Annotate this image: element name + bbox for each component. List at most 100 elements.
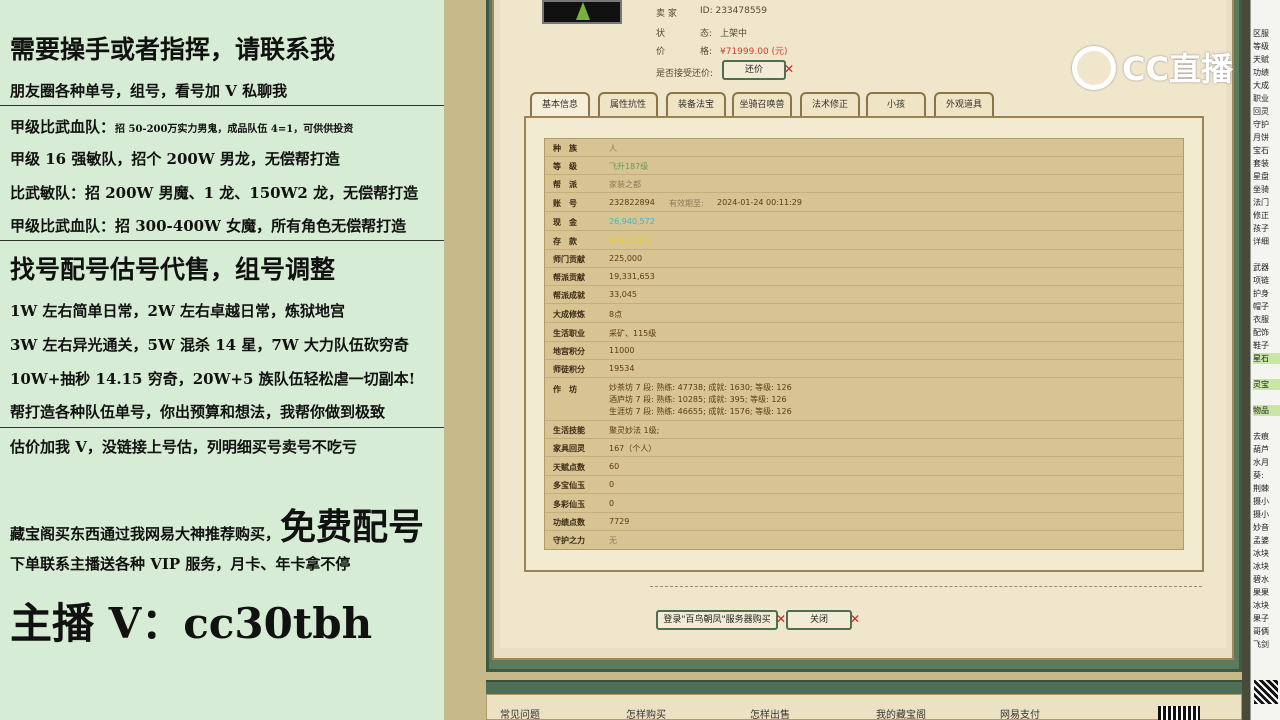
overlay-line: 朋友圈各种单号，组号，看号加 V 私聊我 [10,82,288,100]
side-list-item[interactable]: 配饰 [1253,327,1280,338]
table-row: 地宫积分 11000 [545,342,1183,360]
side-list-item[interactable]: 衣服 [1253,314,1280,325]
tab-basic-info[interactable]: 基本信息 [530,92,590,116]
overlay-line: 1W 左右简单日常，2W 左右卓越日常，炼狱地宫 [10,302,346,320]
overlay-line: 比武敏队：招 200W 男魔、1 龙、150W2 龙，无偿帮打造 [10,184,419,202]
footer-nav [486,694,1242,720]
table-row: 现 金 26,940,572 [545,212,1183,231]
streamer-overlay: 需要操手或者指挥，请联系我 朋友圈各种单号，组号，看号加 V 私聊我 甲级比武血… [0,0,444,720]
sprite-icon [576,2,590,20]
table-row: 作 坊 炒茶坊 7 段: 熟练: 47738; 成就: 1630; 等级: 12… [545,378,1183,421]
side-list-item[interactable]: 孩子 [1253,223,1280,234]
overlay-line: 下单联系主播送各种 VIP 服务，月卡、年卡拿不停 [10,555,351,573]
streamer-contact: 主播 V：cc30tbh [10,599,373,648]
side-list-item[interactable]: 等级 [1253,41,1280,52]
table-row: 等 级飞升187级 [545,157,1183,175]
side-list-item[interactable]: 飞剑 [1253,639,1280,650]
tab-mounts-pets[interactable]: 坐骑召唤兽 [732,92,792,116]
side-list-item[interactable]: 摄小 [1253,496,1280,507]
close-x-icon: ✕ [776,612,787,626]
table-row: 天赋点数 60 [545,457,1183,476]
table-row: 师门贡献 225,000 [545,250,1183,268]
side-list-item[interactable]: 鞋子 [1253,340,1280,351]
table-row: 多彩仙玉 0 [545,494,1183,513]
table-row: 家具回灵 167（个人） [545,439,1183,457]
side-list-item[interactable]: 武器 [1253,262,1280,273]
bargain-label: 是否接受还价: [656,69,714,79]
side-list-item[interactable]: 水月 [1253,457,1280,468]
tab-equipment[interactable]: 装备法宝 [666,92,726,116]
side-list-item[interactable]: 果子 [1253,613,1280,624]
tab-attributes[interactable]: 属性抗性 [598,92,658,116]
side-list-item[interactable]: 职业 [1253,93,1280,104]
qr-code-icon [1254,680,1278,704]
overlay-line: 找号配号估号代售，组号调整 [10,255,336,284]
side-list-item[interactable]: 帽子 [1253,301,1280,312]
login-buy-button[interactable]: 登录"百鸟朝凤"服务器购买 [656,610,778,630]
side-list-item[interactable]: 修正 [1253,210,1280,221]
side-list-item[interactable]: 物品 [1253,405,1280,416]
status-value: 上架中 [720,29,748,39]
overlay-line: 估价加我 V，没链接上号估，列明细买号卖号不吃亏 [10,438,357,456]
side-list-item[interactable]: 摄小 [1253,509,1280,520]
table-row: 功绩点数 7729 [545,513,1183,531]
side-list-item[interactable]: 冰块 [1253,600,1280,611]
side-list-item[interactable]: 坐骑 [1253,184,1280,195]
price-label-suffix: 格: [700,47,713,57]
divider [0,240,444,241]
side-list-item[interactable]: 回灵 [1253,106,1280,117]
side-list-item[interactable]: 灵宝 [1253,379,1280,390]
side-list-item[interactable]: 哥俩 [1253,626,1280,637]
side-list-item[interactable]: 妙音 [1253,522,1280,533]
table-row: 种 族人 [545,139,1183,157]
side-list-item[interactable]: 大成 [1253,80,1280,91]
tab-children[interactable]: 小孩 [866,92,926,116]
side-list-item[interactable]: 天赋 [1253,54,1280,65]
tab-appearance[interactable]: 外观道具 [934,92,994,116]
footer-link-how-sell[interactable]: 怎样出售 [750,706,790,720]
side-list-item[interactable]: 葫芦 [1253,444,1280,455]
footer-link-netease-pay[interactable]: 网易支付 [1000,706,1040,720]
tab-spell-mods[interactable]: 法术修正 [800,92,860,116]
qr-code-icon [1158,706,1200,720]
table-row: 帮派成就 33,045 [545,286,1183,304]
side-list-item[interactable]: 守护 [1253,119,1280,130]
side-list-item[interactable]: 详细 [1253,236,1280,247]
divider [0,427,444,428]
side-list-item[interactable]: 法门 [1253,197,1280,208]
character-portrait [542,0,622,24]
side-list-item[interactable]: 宝石 [1253,145,1280,156]
side-list-item[interactable]: 护身 [1253,288,1280,299]
side-list-item[interactable]: 月饼 [1253,132,1280,143]
side-list-item[interactable]: 项链 [1253,275,1280,286]
side-list-item[interactable]: 去痕 [1253,431,1280,442]
status-label: 状 [656,29,666,39]
seller-id: ID: 233478559 [700,6,768,16]
footer-link-how-buy[interactable]: 怎样购买 [626,706,666,720]
footer-link-faq[interactable]: 常见问题 [500,706,540,720]
table-row: 生活职业 采矿、115级 [545,323,1183,342]
overlay-line: 3W 左右异光通关，5W 混杀 14 星，7W 大力队伍砍穷奇 [10,336,409,354]
overlay-line: 藏宝阁买东西通过我网易大神推荐购买，免费配号 [10,506,425,548]
overlay-line: 甲级 16 强敏队，招个 200W 男龙，无偿帮打造 [10,150,340,168]
overlay-line: 10W+抽秒 14.15 穷奇，20W+5 族队伍轻松虐一切副本! [10,370,416,388]
side-list-item[interactable]: 冰块 [1253,561,1280,572]
side-list-item[interactable]: 功绩 [1253,67,1280,78]
side-list-item[interactable]: 孟婆 [1253,535,1280,546]
side-list-item[interactable]: 荆棘 [1253,483,1280,494]
side-list-item[interactable]: 葵: [1253,470,1280,481]
side-list-item[interactable]: 区服 [1253,28,1280,39]
status-label-suffix: 态: [700,29,713,39]
footer-link-my-tbg[interactable]: 我的藏宝阁 [876,706,926,720]
side-list-item[interactable]: 套装 [1253,158,1280,169]
bargain-button[interactable]: 还价 [722,60,786,80]
table-row: 大成修炼 8点 [545,304,1183,323]
side-list-item[interactable]: 星石 [1253,353,1280,364]
close-button[interactable]: 关闭 [786,610,852,630]
table-row: 生活技能 聚灵妙法 1级; [545,421,1183,439]
side-list-item[interactable]: 星盘 [1253,171,1280,182]
side-list-item[interactable]: 冰块 [1253,548,1280,559]
divider [0,105,444,106]
side-list-item[interactable]: 果果 [1253,587,1280,598]
side-list-item[interactable]: 碧水 [1253,574,1280,585]
